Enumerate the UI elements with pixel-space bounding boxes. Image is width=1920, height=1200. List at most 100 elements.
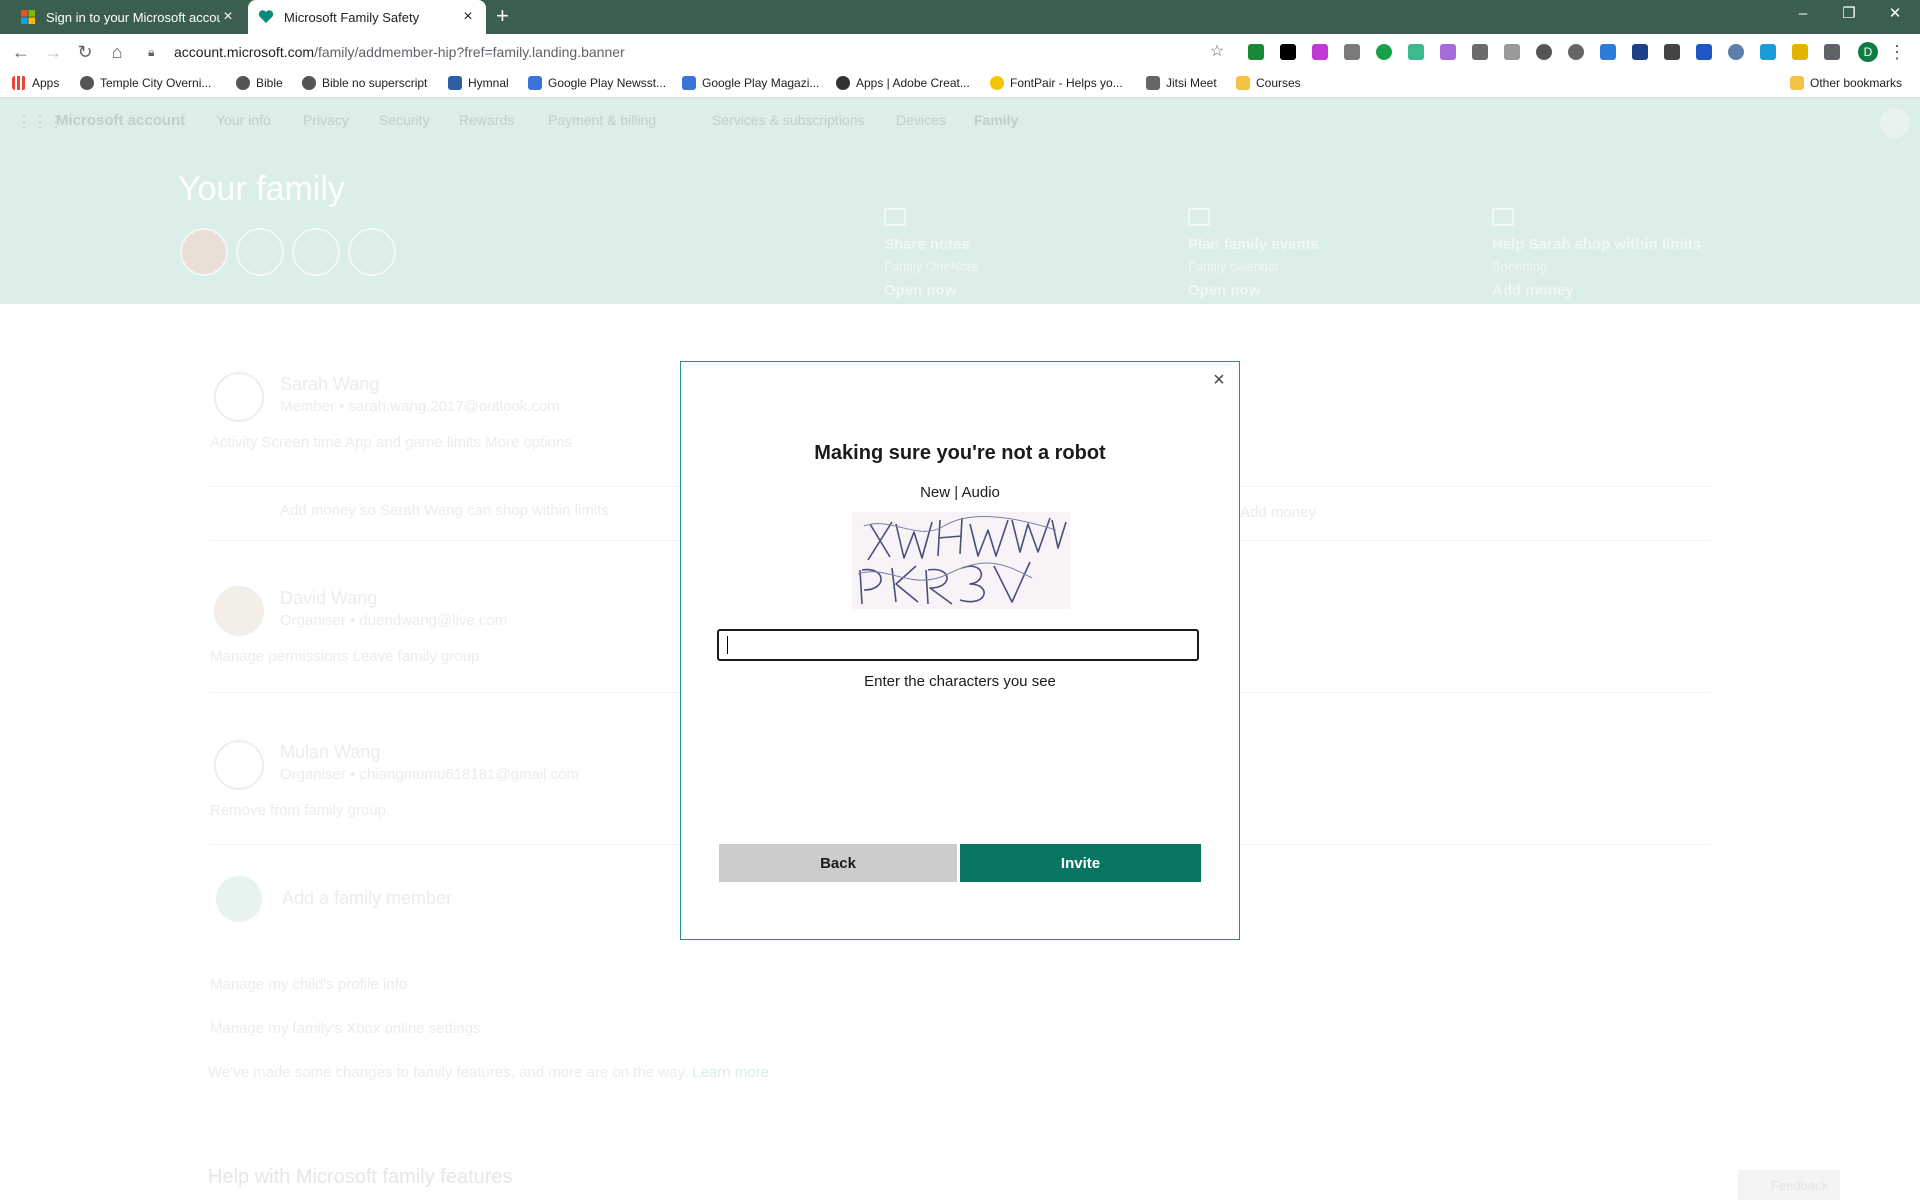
- bookmark-item[interactable]: Google Play Newsst...: [528, 76, 666, 90]
- xbox-settings-link[interactable]: Manage my family's Xbox online settings: [210, 1020, 481, 1037]
- bookmark-item[interactable]: Bible: [236, 76, 283, 90]
- profile-avatar[interactable]: D: [1858, 42, 1878, 62]
- browser-tab-strip: Sign in to your Microsoft account × Micr…: [0, 0, 1920, 34]
- minimize-icon[interactable]: –: [1780, 0, 1826, 30]
- avatar[interactable]: [292, 228, 340, 276]
- nav-rewards[interactable]: Rewards: [459, 112, 514, 128]
- promo-title: Help Sarah shop within limits: [1492, 236, 1702, 253]
- extension-icon[interactable]: [1632, 44, 1648, 60]
- bookmark-folder-courses[interactable]: Courses: [1236, 76, 1301, 90]
- highlighter-icon[interactable]: [1792, 44, 1808, 60]
- bookmark-apps[interactable]: Apps: [12, 76, 59, 90]
- member-email: chiangmumu618181@gmail.com: [359, 766, 579, 783]
- extension-icon[interactable]: [1312, 44, 1328, 60]
- promo-subtitle: Family calendar: [1188, 259, 1280, 274]
- forward-arrow-icon[interactable]: →: [42, 41, 64, 63]
- tab-title: Microsoft Family Safety: [284, 9, 420, 25]
- member-actions[interactable]: Remove from family group: [210, 802, 386, 819]
- invite-button[interactable]: Invite: [960, 844, 1201, 882]
- add-money-link[interactable]: Add money: [1240, 504, 1316, 521]
- promo-link[interactable]: Add money: [1492, 282, 1701, 299]
- captcha-input[interactable]: [717, 629, 1199, 661]
- nav-services[interactable]: Services & subscriptions: [712, 112, 865, 128]
- bookmark-label: Courses: [1256, 76, 1301, 90]
- address-bar[interactable]: 🔒︎ account.microsoft.com/family/addmembe…: [140, 39, 1230, 65]
- home-icon[interactable]: ⌂: [106, 41, 128, 63]
- extension-icon[interactable]: [1440, 44, 1456, 60]
- tab-microsoft-signin[interactable]: Sign in to your Microsoft account ×: [10, 0, 246, 34]
- nav-family[interactable]: Family: [974, 112, 1018, 128]
- page-title: Your family: [178, 170, 345, 208]
- globe-icon: [236, 76, 250, 90]
- reload-icon[interactable]: ↻: [74, 41, 96, 63]
- extension-icon[interactable]: [1696, 44, 1712, 60]
- nav-payment-billing[interactable]: Payment & billing: [548, 112, 656, 128]
- back-arrow-icon[interactable]: ←: [10, 41, 32, 63]
- extension-icon[interactable]: [1664, 44, 1680, 60]
- bookmark-item[interactable]: FontPair - Helps yo...: [990, 76, 1123, 90]
- fontpair-icon: [990, 76, 1004, 90]
- chat-extension-icon[interactable]: [1376, 44, 1392, 60]
- window-close-icon[interactable]: ✕: [1872, 0, 1918, 30]
- save-icon[interactable]: [1760, 44, 1776, 60]
- tab-close-icon[interactable]: ×: [220, 9, 236, 25]
- bookmark-star-icon[interactable]: ☆: [1206, 41, 1228, 63]
- browser-toolbar: ← → ↻ ⌂ 🔒︎ account.microsoft.com/family/…: [0, 34, 1920, 70]
- member-actions[interactable]: Activity Screen time App and game limits…: [210, 434, 572, 451]
- tab-family-safety[interactable]: Microsoft Family Safety ×: [248, 0, 486, 34]
- account-avatar[interactable]: [1880, 108, 1910, 138]
- bookmark-item[interactable]: Jitsi Meet: [1146, 76, 1217, 90]
- globe-icon: [80, 76, 94, 90]
- new-tab-button[interactable]: +: [496, 5, 509, 27]
- avatar[interactable]: [180, 228, 228, 276]
- member-name: Sarah Wang: [280, 374, 380, 394]
- new-captcha-link[interactable]: New: [920, 484, 950, 501]
- promo-link[interactable]: Open now: [884, 282, 978, 299]
- extension-icon[interactable]: [1408, 44, 1424, 60]
- bookmark-item[interactable]: Google Play Magazi...: [682, 76, 819, 90]
- promo-link[interactable]: Open now: [1188, 282, 1319, 299]
- feedback-button[interactable]: Feedback: [1738, 1170, 1840, 1200]
- add-member-icon[interactable]: [348, 228, 396, 276]
- option-separator: |: [954, 484, 959, 501]
- learn-more-link[interactable]: Learn more: [692, 1064, 769, 1081]
- nav-security[interactable]: Security: [379, 112, 430, 128]
- promo-title: Plan family events: [1188, 236, 1319, 253]
- bookmark-item[interactable]: Hymnal: [448, 76, 509, 90]
- onenote-icon: [884, 208, 906, 226]
- audio-captcha-link[interactable]: Audio: [962, 484, 1000, 501]
- close-icon[interactable]: ×: [1209, 370, 1229, 390]
- notion-icon[interactable]: [1280, 44, 1296, 60]
- restore-icon[interactable]: ❐: [1826, 0, 1872, 30]
- bookmark-item[interactable]: Apps | Adobe Creat...: [836, 76, 970, 90]
- speedometer-icon[interactable]: [1536, 44, 1552, 60]
- extensions-puzzle-icon[interactable]: [1824, 44, 1840, 60]
- bookmark-label: FontPair - Helps yo...: [1010, 76, 1123, 90]
- back-button[interactable]: Back: [719, 844, 957, 882]
- pen-icon[interactable]: [1600, 44, 1616, 60]
- settings-gear-icon[interactable]: [1728, 44, 1744, 60]
- bookmark-label: Google Play Magazi...: [702, 76, 820, 90]
- add-family-member-link[interactable]: Add a family member: [282, 888, 452, 909]
- bookmark-item[interactable]: Bible no superscript: [302, 76, 427, 90]
- member-actions[interactable]: Manage permissions Leave family group: [210, 648, 479, 665]
- child-profile-link[interactable]: Manage my child's profile info: [210, 976, 407, 993]
- member-subtitle: Organiser • duendwang@live.com: [280, 612, 508, 629]
- brand-name[interactable]: Microsoft account: [56, 112, 185, 129]
- eyedropper-icon[interactable]: [1472, 44, 1488, 60]
- menu-kebab-icon[interactable]: ⋮: [1886, 41, 1908, 63]
- nav-your-info[interactable]: Your info: [216, 112, 271, 128]
- bookmark-label: Jitsi Meet: [1166, 76, 1217, 90]
- camera-icon[interactable]: [1504, 44, 1520, 60]
- tab-close-icon[interactable]: ×: [460, 9, 476, 25]
- extension-icon[interactable]: [1248, 44, 1264, 60]
- changes-notice: We've made some changes to family featur…: [208, 1064, 769, 1081]
- add-icon[interactable]: [216, 876, 262, 922]
- nav-privacy[interactable]: Privacy: [303, 112, 349, 128]
- other-bookmarks-folder[interactable]: Other bookmarks: [1790, 76, 1902, 90]
- avatar[interactable]: [236, 228, 284, 276]
- qr-code-icon[interactable]: [1344, 44, 1360, 60]
- extension-icon[interactable]: [1568, 44, 1584, 60]
- nav-devices[interactable]: Devices: [896, 112, 946, 128]
- bookmark-item[interactable]: Temple City Overni...: [80, 76, 211, 90]
